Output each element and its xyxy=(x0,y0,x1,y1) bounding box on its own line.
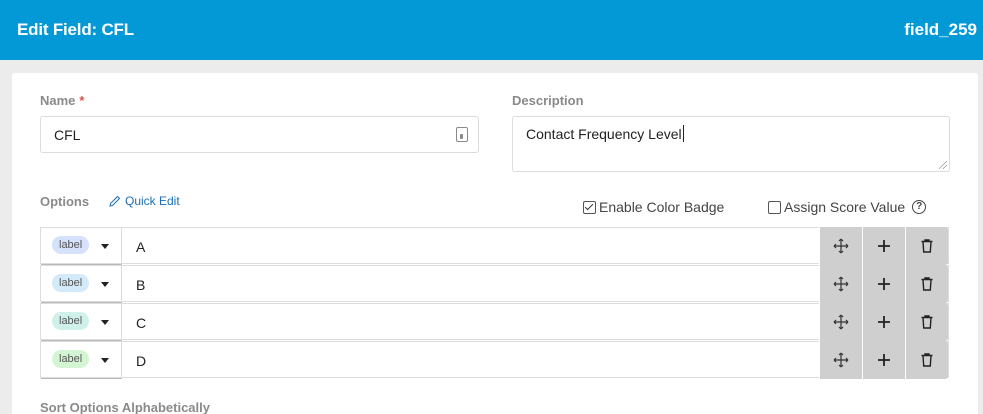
description-value: Contact Frequency Level xyxy=(526,126,682,142)
badge-preview: label xyxy=(52,274,90,292)
drag-handle-button[interactable] xyxy=(819,303,862,341)
move-icon xyxy=(833,352,849,368)
plus-icon xyxy=(878,240,890,252)
option-row: label B xyxy=(40,265,949,303)
badge-color-select[interactable]: label xyxy=(41,228,122,265)
name-value: CFL xyxy=(54,127,81,143)
chevron-down-icon xyxy=(101,282,109,287)
name-label-text: Name xyxy=(40,93,76,108)
add-option-button[interactable] xyxy=(862,341,905,379)
option-value[interactable]: D xyxy=(136,353,146,369)
drag-handle-button[interactable] xyxy=(819,265,862,303)
trash-icon xyxy=(921,353,933,367)
drag-handle-button[interactable] xyxy=(819,227,862,265)
add-option-button[interactable] xyxy=(862,227,905,265)
plus-icon xyxy=(878,316,890,328)
description-textarea[interactable]: Contact Frequency Level xyxy=(512,116,950,172)
add-option-button[interactable] xyxy=(862,303,905,341)
move-icon xyxy=(833,314,849,330)
edit-field-panel: Name * CFL Description Contact Frequency … xyxy=(12,73,978,414)
move-icon xyxy=(833,238,849,254)
delete-option-button[interactable] xyxy=(905,303,948,341)
drag-handle-button[interactable] xyxy=(819,341,862,379)
checkbox-checked-icon xyxy=(583,200,596,214)
badge-color-select[interactable]: label xyxy=(41,266,122,303)
plus-icon xyxy=(878,278,890,290)
badge-preview: label xyxy=(52,312,90,330)
add-option-button[interactable] xyxy=(862,265,905,303)
enable-color-badge-checkbox[interactable]: Enable Color Badge xyxy=(583,199,724,215)
help-icon[interactable]: ? xyxy=(912,200,927,214)
edit-field-header: Edit Field: CFL field_259 xyxy=(0,0,983,60)
contact-card-icon[interactable] xyxy=(456,127,468,142)
option-value[interactable]: B xyxy=(136,277,145,293)
option-value[interactable]: C xyxy=(136,315,146,331)
option-row: label A xyxy=(40,227,949,265)
name-label: Name * xyxy=(40,93,84,108)
sort-options-label: Sort Options Alphabetically xyxy=(40,400,210,414)
options-label: Options xyxy=(40,194,90,209)
checkbox-unchecked-icon xyxy=(768,200,781,214)
badge-preview: label xyxy=(52,350,90,368)
assign-score-value-label: Assign Score Value xyxy=(784,199,906,215)
badge-color-select[interactable]: label xyxy=(41,342,122,379)
pencil-icon xyxy=(109,195,121,207)
plus-icon xyxy=(878,354,890,366)
badge-color-select[interactable]: label xyxy=(41,304,122,341)
delete-option-button[interactable] xyxy=(905,341,948,379)
quick-edit-label: Quick Edit xyxy=(125,194,180,208)
field-id: field_259 xyxy=(904,20,977,39)
chevron-down-icon xyxy=(101,358,109,363)
trash-icon xyxy=(921,239,933,253)
page-title: Edit Field: CFL xyxy=(17,20,134,39)
trash-icon xyxy=(921,277,933,291)
assign-score-value-checkbox[interactable]: Assign Score Value ? xyxy=(768,199,927,215)
option-row: label D xyxy=(40,341,949,379)
trash-icon xyxy=(921,315,933,329)
delete-option-button[interactable] xyxy=(905,227,948,265)
option-value[interactable]: A xyxy=(136,239,145,255)
chevron-down-icon xyxy=(101,244,109,249)
resize-handle[interactable] xyxy=(939,161,947,169)
delete-option-button[interactable] xyxy=(905,265,948,303)
description-label: Description xyxy=(512,93,584,108)
badge-preview: label xyxy=(52,236,90,254)
name-input[interactable]: CFL xyxy=(40,116,479,153)
move-icon xyxy=(833,276,849,292)
required-mark: * xyxy=(79,93,85,108)
option-row: label C xyxy=(40,303,949,341)
enable-color-badge-label: Enable Color Badge xyxy=(599,199,725,215)
quick-edit-link[interactable]: Quick Edit xyxy=(109,194,180,208)
text-cursor xyxy=(682,125,684,142)
chevron-down-icon xyxy=(101,320,109,325)
